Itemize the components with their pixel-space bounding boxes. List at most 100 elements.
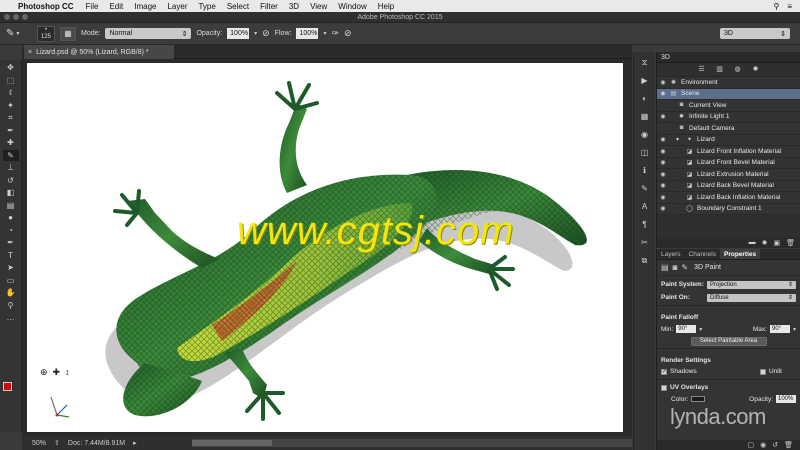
lights-filter-icon[interactable]: ✹ [750,65,762,75]
select-paintable-area-button[interactable]: Select Paintable Area [690,337,767,346]
blur-tool-icon[interactable]: ● [3,212,19,224]
menu-filter[interactable]: Filter [260,2,278,11]
scene-row-default-camera[interactable]: ◙ Default Camera [657,123,800,135]
move-tool-icon[interactable]: ✥ [3,62,19,74]
zoom-level[interactable]: 50% [32,440,46,447]
scene-mode-icon[interactable]: ▤ [661,263,669,272]
close-window-icon[interactable] [4,14,10,20]
3d-paint-mode-icon[interactable]: ✎ [681,263,688,272]
stamp-tool-icon[interactable]: ⊥ [3,162,19,174]
info-panel-icon[interactable]: ℹ [638,166,652,178]
menu-file[interactable]: File [86,2,99,11]
reset-icon[interactable]: ↺ [772,441,778,449]
crop-tool-icon[interactable]: ⌗ [3,112,19,124]
visibility-eye-icon[interactable]: ◉ [657,182,669,189]
min-dropdown-icon[interactable]: ▾ [699,326,702,333]
whole-scene-filter-icon[interactable]: ☰ [696,65,708,75]
brush-panel-icon[interactable]: ✎ [638,184,652,196]
menu-image[interactable]: Image [134,2,156,11]
unlit-checkbox[interactable] [759,368,766,375]
opacity-field[interactable]: 100% [227,28,250,39]
menu-type[interactable]: Type [198,2,215,11]
search-icon[interactable]: ⚲ [773,2,779,11]
lasso-tool-icon[interactable]: ℓ [3,87,19,99]
status-menu-icon[interactable]: ▸ [133,439,137,447]
brush-tool-icon[interactable]: ✎ [2,149,19,161]
navigator-panel-icon[interactable]: ⧉ [638,256,652,268]
min-angle-field[interactable]: 90° [676,325,697,333]
visibility-icon[interactable]: ◉ [760,441,766,449]
clip-icon[interactable]: ▢ [748,441,755,449]
color-panel-icon[interactable]: ◉ [638,130,652,142]
tab-layers[interactable]: Layers [657,249,685,259]
scene-row-current-view[interactable]: ◙ Current View [657,100,800,112]
paragraph-panel-icon[interactable]: ¶ [638,220,652,232]
character-panel-icon[interactable]: A [638,202,652,214]
app-name-menu[interactable]: Photoshop CC [18,2,74,11]
dodge-tool-icon[interactable]: ◔ [3,225,19,237]
visibility-eye-icon[interactable]: ◉ [657,148,669,155]
visibility-eye-icon[interactable]: ◉ [657,159,669,166]
more-tools-icon[interactable]: … [3,312,19,324]
menu-layer[interactable]: Layer [167,2,187,11]
foreground-color-swatch[interactable] [3,382,12,391]
uv-overlays-checkbox[interactable] [661,384,667,391]
eraser-tool-icon[interactable]: ◧ [3,187,19,199]
horizontal-scrollbar[interactable] [192,439,632,447]
opacity-dropdown-icon[interactable]: ▾ [254,30,257,37]
path-select-tool-icon[interactable]: ➤ [3,262,19,274]
meshes-filter-icon[interactable]: ▥ [714,65,726,75]
brush-tool-preset[interactable]: ✎ ▾ [6,26,32,42]
styles-panel-icon[interactable]: ◫ [638,148,652,160]
gradient-tool-icon[interactable]: ▤ [3,200,19,212]
opacity-pressure-icon[interactable]: ⊘ [262,28,270,39]
paint-on-select[interactable]: Diffuse ⇕ [707,293,796,302]
eyedropper-tool-icon[interactable]: ✒ [3,125,19,137]
ground-plane-icon[interactable]: ▬ [749,239,756,246]
hand-tool-icon[interactable]: ✋ [3,287,19,299]
brush-size-picker[interactable]: • 125 [37,25,55,42]
visibility-eye-icon[interactable]: ◉ [657,90,669,97]
trash-icon[interactable]: 🗑 [786,239,795,247]
healing-tool-icon[interactable]: ✚ [3,137,19,149]
menu-edit[interactable]: Edit [109,2,123,11]
camera-mode-icon[interactable]: ◙ [673,263,678,272]
trash-icon[interactable]: 🗑 [784,441,793,449]
actions-panel-icon[interactable]: ▶ [638,76,652,88]
flow-field[interactable]: 100% [296,28,319,39]
menu-help[interactable]: Help [378,2,394,11]
paint-system-select[interactable]: Projection ⇕ [707,280,796,289]
menu-3d[interactable]: 3D [289,2,299,11]
menu-window[interactable]: Window [338,2,366,11]
scene-row-scene[interactable]: ◉ ▤ Scene [657,88,800,100]
3d-gizmo[interactable]: ⊕ ✚ ↕ [40,367,70,378]
scene-row-front-bevel[interactable]: ◉ ◪ Lizard Front Bevel Material [657,158,800,169]
workspace-select[interactable]: 3D ⇕ [720,28,790,39]
max-dropdown-icon[interactable]: ▾ [793,326,796,333]
close-tab-icon[interactable]: × [28,49,32,56]
type-tool-icon[interactable]: T [3,250,19,262]
minimize-window-icon[interactable] [13,14,19,20]
visibility-eye-icon[interactable]: ◉ [657,171,669,178]
visibility-eye-icon[interactable]: ◉ [657,113,669,120]
shadows-checkbox[interactable]: ✓ [661,368,667,375]
marquee-tool-icon[interactable]: ⬚ [3,75,19,87]
zoom-window-icon[interactable] [22,14,28,20]
brush-panel-toggle-icon[interactable]: ▦ [60,26,76,41]
flow-dropdown-icon[interactable]: ▾ [323,30,326,37]
scene-row-infinite-light[interactable]: ◉ ✹ Infinite Light 1 [657,112,800,123]
history-brush-tool-icon[interactable]: ↺ [3,175,19,187]
zoom-tool-icon[interactable]: ⚲ [3,300,19,312]
shape-tool-icon[interactable]: ▭ [3,275,19,287]
swatches-panel-icon[interactable]: ▦ [638,112,652,124]
document-canvas[interactable]: www.cgtsj.com ⊕ ✚ ↕ [27,63,623,432]
scene-row-lizard[interactable]: ◉ ▾ ✦ Lizard [657,135,800,146]
orbit-icon[interactable]: ⊕ [40,367,48,378]
airbrush-icon[interactable]: ✑ [331,28,339,39]
list-icon[interactable]: ≡ [787,2,792,11]
visibility-eye-icon[interactable]: ◉ [657,194,669,201]
menu-select[interactable]: Select [227,2,249,11]
size-pressure-icon[interactable]: ⊘ [344,28,352,39]
pen-tool-icon[interactable]: ✒ [3,237,19,249]
scene-row-back-bevel[interactable]: ◉ ◪ Lizard Back Bevel Material [657,181,800,192]
